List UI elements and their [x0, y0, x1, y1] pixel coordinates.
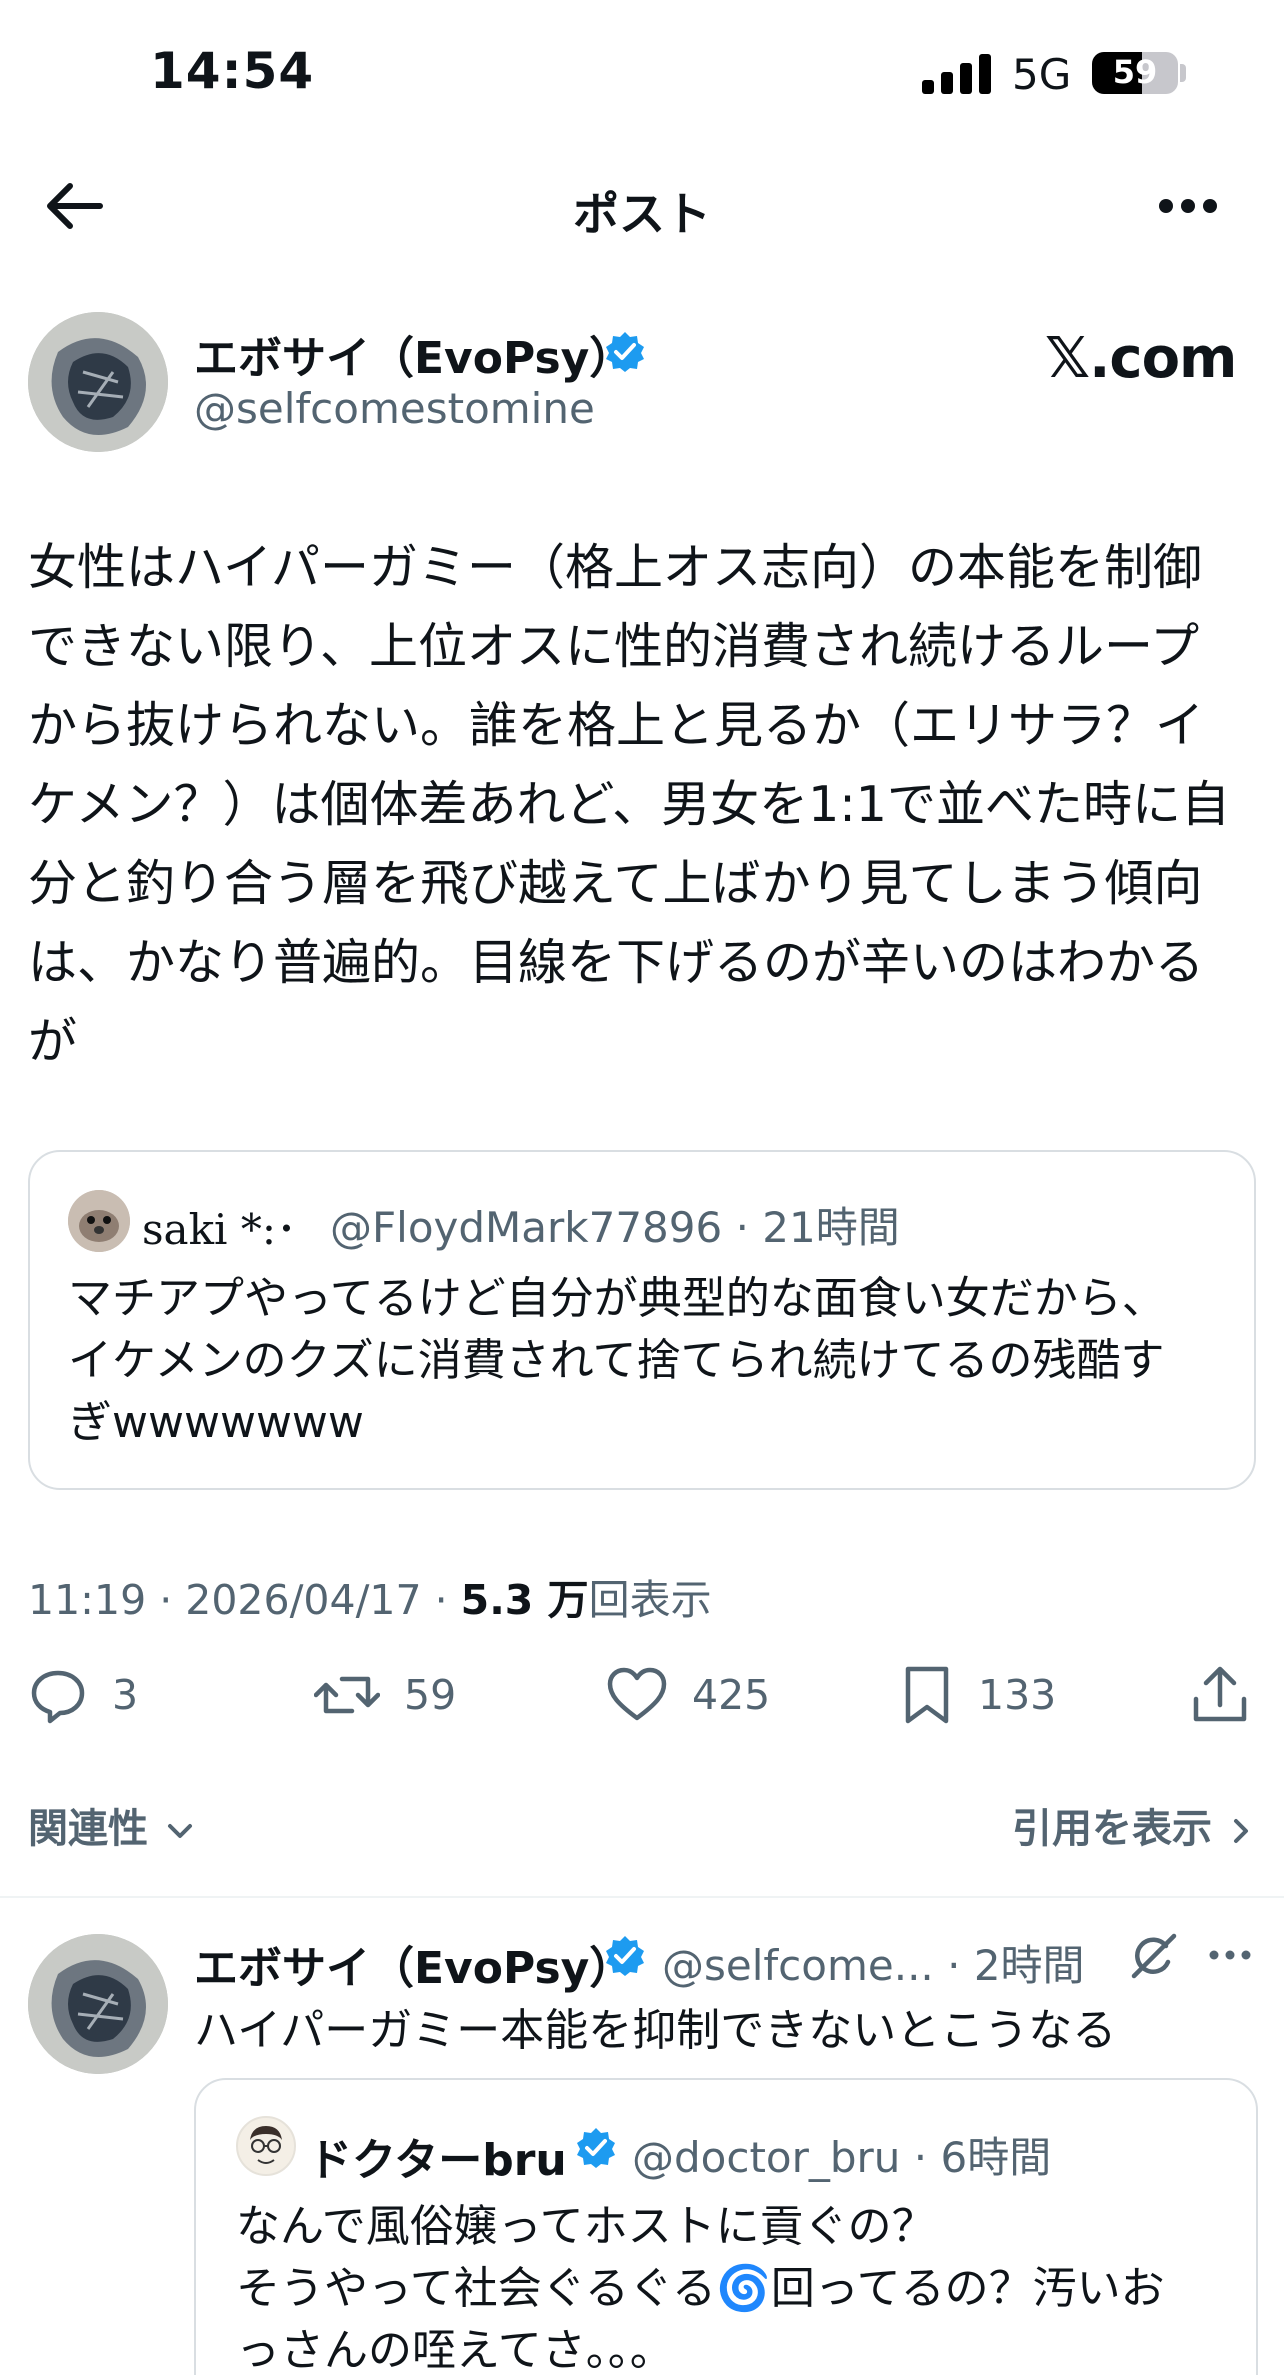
more-horizontal-icon [1209, 1950, 1251, 1960]
author-handle[interactable]: @selfcomestomine [194, 384, 595, 433]
repost-icon [314, 1676, 380, 1714]
author-name[interactable]: エボサイ（EvoPsy） [194, 322, 633, 386]
quoted-post-text: マチアプやってるけど自分が典型的な面食い女だから、 イケメンのクズに消費されて捨… [68, 1273, 1166, 1448]
post-meta: 11:19 · 2026/04/17 · 5.3 万回表示 [28, 1566, 712, 1626]
post-text: 女性はハイパーガミー（格上オス志向）の本能を制御 できない限り、上位オスに性的消… [28, 539, 1230, 1070]
more-horizontal-icon [1159, 199, 1217, 213]
more-button[interactable] [1152, 186, 1224, 226]
bookmark-button[interactable]: 133 [900, 1660, 1056, 1730]
sort-dropdown[interactable]: 関連性 [28, 1796, 198, 1854]
x-watermark: 𝕏.com [1045, 326, 1237, 391]
bookmark-icon [905, 1666, 949, 1724]
battery-level: 59 [1112, 53, 1158, 91]
reply-count: 3 [112, 1671, 139, 1719]
reply-quoted-author-name: ドクターbru [308, 2135, 567, 2186]
page-title: ポスト [573, 187, 711, 241]
avatar[interactable] [28, 312, 168, 452]
repost-count: 59 [404, 1671, 457, 1719]
divider [0, 1896, 1284, 1898]
view-quotes-link[interactable]: 引用を表示 [1012, 1796, 1256, 1854]
grok-button[interactable] [1128, 1930, 1180, 1982]
sort-label: 関連性 [28, 1806, 148, 1852]
verified-badge-icon [574, 2126, 618, 2170]
quoted-author-name: saki *:･ [142, 1205, 297, 1254]
avatar [236, 2116, 296, 2176]
battery-tip [1180, 64, 1186, 82]
repost-button[interactable]: 59 [314, 1660, 456, 1730]
reply-button[interactable]: 3 [28, 1660, 138, 1730]
bookmark-count: 133 [978, 1671, 1057, 1719]
reply-quoted-author-handle: @doctor_bru · 6時間 [632, 2133, 1052, 2182]
quoted-author-handle: @FloydMark77896 · 21時間 [330, 1203, 900, 1252]
reply-author-name[interactable]: エボサイ（EvoPsy） [194, 1932, 633, 1996]
like-button[interactable]: 425 [606, 1660, 770, 1730]
heart-icon [607, 1667, 667, 1721]
reply-more-button[interactable] [1206, 1940, 1254, 1970]
status-time: 14:54 [150, 42, 315, 100]
like-count: 425 [692, 1671, 771, 1719]
share-button[interactable] [1190, 1660, 1274, 1730]
post-timestamp: 11:19 · 2026/04/17 · [28, 1576, 461, 1624]
reply-icon [31, 1670, 85, 1724]
avatar [68, 1190, 130, 1252]
battery-icon: 59 [1092, 52, 1178, 94]
chevron-right-icon [1233, 1819, 1248, 1843]
reply-quoted-post-text: なんで風俗嬢ってホストに貢ぐの？ そうやって社会ぐるぐる🌀回ってるの？汚いお っ… [236, 2201, 1165, 2375]
signal-icon [922, 54, 992, 94]
verified-badge-icon [603, 330, 647, 374]
reply-author-handle[interactable]: @selfcome... · 2時間 [662, 1932, 1085, 1993]
chevron-down-icon [167, 1824, 192, 1838]
avatar[interactable] [28, 1934, 168, 2074]
verified-badge-icon [603, 1934, 647, 1978]
network-label: 5G [1012, 50, 1072, 99]
reply-text: ハイパーガミー本能を抑制できないとこうなる [194, 2005, 1117, 2056]
view-label: 回表示 [588, 1576, 712, 1624]
share-icon [1193, 1666, 1247, 1722]
view-quotes-label: 引用を表示 [1012, 1806, 1212, 1852]
view-count[interactable]: 5.3 万 [461, 1576, 589, 1624]
grok-icon [1131, 1933, 1177, 1979]
